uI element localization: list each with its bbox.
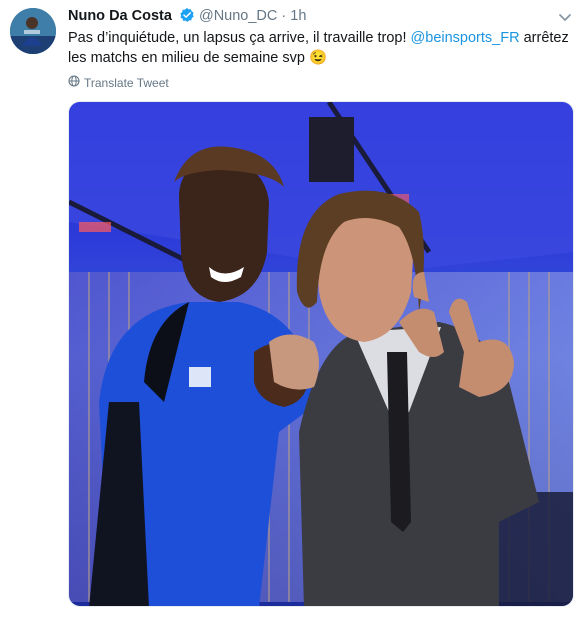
author-handle[interactable]: @Nuno_DC <box>199 8 277 24</box>
wink-emoji: 😉 <box>308 50 328 66</box>
globe-icon <box>68 75 80 90</box>
tweet-photo[interactable] <box>68 101 574 607</box>
tweet-text: Pas d’inquiétude, un lapsus ça arrive, i… <box>68 28 574 68</box>
tweet-text-part1: Pas d’inquiétude, un lapsus ça arrive, i… <box>68 30 407 46</box>
tweet-timestamp[interactable]: 1h <box>290 8 306 24</box>
mention-link[interactable]: @beinsports_FR <box>411 30 520 46</box>
chevron-down-icon[interactable] <box>558 10 572 28</box>
author-avatar[interactable] <box>10 8 56 54</box>
verified-badge-icon <box>179 7 195 27</box>
translate-label: Translate Tweet <box>84 75 169 90</box>
header-separator: · <box>281 8 287 24</box>
translate-tweet-link[interactable]: Translate Tweet <box>68 75 169 90</box>
tweet-header: Nuno Da Costa @Nuno_DC · 1h <box>68 7 574 27</box>
author-name[interactable]: Nuno Da Costa <box>68 8 172 24</box>
